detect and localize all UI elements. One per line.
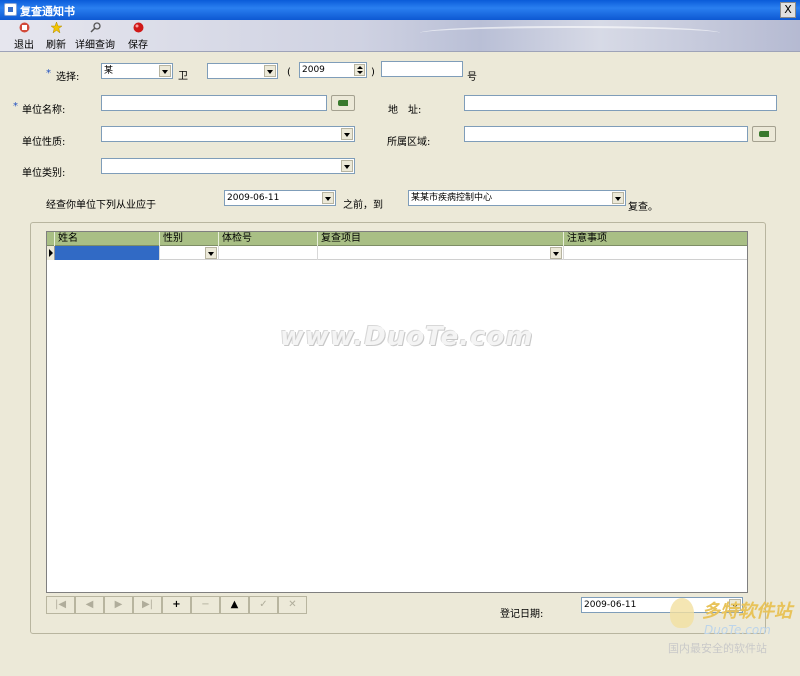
- save-button[interactable]: 保存: [126, 22, 150, 51]
- magnifier-icon: [89, 22, 101, 33]
- paren-close: ): [371, 67, 375, 78]
- unit-name-label: 单位名称:: [22, 105, 66, 116]
- chevron-down-icon[interactable]: [612, 192, 624, 204]
- col-header-gender[interactable]: 性别: [160, 232, 219, 246]
- spin-arrows-icon[interactable]: [354, 64, 365, 76]
- region-input[interactable]: [464, 126, 748, 142]
- logo-slogan: 国内最安全的软件站: [668, 642, 767, 655]
- cell-exam-no[interactable]: [219, 246, 318, 260]
- logo-brand: 多特软件站: [702, 601, 792, 622]
- wei-select[interactable]: [207, 63, 278, 79]
- required-mark: *: [13, 101, 18, 112]
- chevron-down-icon[interactable]: [341, 128, 353, 140]
- nav-next-button[interactable]: ▶: [104, 596, 133, 614]
- bulb-icon: [670, 598, 694, 628]
- center-value: 某某市疾病控制中心: [411, 193, 493, 203]
- nav-first-button[interactable]: |◀: [46, 596, 75, 614]
- address-input[interactable]: [464, 95, 777, 111]
- nav-edit-button[interactable]: ▲: [220, 596, 249, 614]
- toolbar-decoration: [420, 26, 720, 40]
- detail-query-button[interactable]: 详细查询: [74, 22, 116, 51]
- row-pointer-icon: [47, 246, 55, 260]
- table-row[interactable]: [47, 246, 747, 260]
- col-header-name[interactable]: 姓名: [55, 232, 160, 246]
- refresh-button[interactable]: 刷新: [44, 22, 68, 51]
- record-navigator: |◀ ◀ ▶ ▶| + − ▲ ✓ ✕: [46, 596, 307, 614]
- chevron-down-icon[interactable]: [341, 160, 353, 172]
- nav-last-button[interactable]: ▶|: [133, 596, 162, 614]
- exit-icon: [19, 22, 29, 33]
- window-title: 复查通知书: [20, 5, 75, 18]
- watermark: www.DuoTe.com: [280, 322, 534, 352]
- unit-nature-select[interactable]: [101, 126, 355, 142]
- due-date-picker[interactable]: 2009-06-11: [224, 190, 336, 206]
- detail-query-label: 详细查询: [75, 40, 115, 51]
- grid-header: 姓名 性别 体检号 复查项目 注意事项: [47, 232, 747, 246]
- register-date-label: 登记日期:: [500, 609, 544, 620]
- center-select[interactable]: 某某市疾病控制中心: [408, 190, 626, 206]
- chevron-down-icon[interactable]: [264, 65, 276, 77]
- required-mark: *: [46, 68, 51, 79]
- corner-logo: 多特软件站 DuoTe.com 国内最安全的软件站: [662, 594, 798, 664]
- unit-category-select[interactable]: [101, 158, 355, 174]
- hao-label: 号: [467, 72, 477, 83]
- nav-prev-button[interactable]: ◀: [75, 596, 104, 614]
- chevron-down-icon[interactable]: [550, 247, 562, 259]
- nav-insert-button[interactable]: +: [162, 596, 191, 614]
- unit-nature-label: 单位性质:: [22, 137, 66, 148]
- col-header-exam-no[interactable]: 体检号: [219, 232, 318, 246]
- number-input[interactable]: [381, 61, 463, 77]
- year-stepper[interactable]: 2009: [299, 62, 367, 78]
- paren-open: (: [287, 67, 291, 78]
- save-icon: [133, 22, 143, 33]
- select-label: 选择:: [56, 72, 80, 83]
- sentence-prefix: 经查你单位下列从业应于: [46, 200, 156, 211]
- cell-gender[interactable]: [160, 246, 219, 260]
- unit-pick-button[interactable]: [331, 95, 355, 111]
- save-label: 保存: [128, 40, 148, 51]
- cell-notes[interactable]: [564, 246, 747, 260]
- nav-delete-button[interactable]: −: [191, 596, 220, 614]
- toolbar: 退出 刷新 详细查询 保存: [0, 20, 800, 52]
- recheck-text: 复查。: [628, 202, 658, 213]
- address-label: 地 址:: [388, 105, 422, 116]
- refresh-label: 刷新: [46, 40, 66, 51]
- prefix-select[interactable]: 某: [101, 63, 173, 79]
- exit-button[interactable]: 退出: [12, 22, 36, 51]
- chevron-down-icon[interactable]: [205, 247, 217, 259]
- col-header-recheck-items[interactable]: 复查项目: [318, 232, 564, 246]
- chevron-down-icon[interactable]: [159, 65, 171, 77]
- cell-recheck-items[interactable]: [318, 246, 564, 260]
- chevron-down-icon[interactable]: [322, 192, 334, 204]
- star-icon: [50, 22, 62, 33]
- register-date-value: 2009-06-11: [584, 600, 637, 610]
- title-bar: 复查通知书 X: [0, 0, 800, 20]
- exit-label: 退出: [14, 40, 34, 51]
- col-header-notes[interactable]: 注意事项: [564, 232, 747, 246]
- logo-site: DuoTe.com: [704, 623, 771, 637]
- before-to-text: 之前，到: [343, 200, 383, 211]
- nav-post-button[interactable]: ✓: [249, 596, 278, 614]
- wei-label: 卫: [178, 71, 188, 82]
- close-button[interactable]: X: [780, 2, 796, 18]
- grid-corner: [47, 232, 55, 246]
- person-grid[interactable]: 姓名 性别 体检号 复查项目 注意事项: [46, 231, 748, 593]
- nav-cancel-button[interactable]: ✕: [278, 596, 307, 614]
- region-pick-button[interactable]: [752, 126, 776, 142]
- cell-name[interactable]: [55, 246, 160, 260]
- prefix-select-value: 某: [104, 66, 114, 76]
- unit-category-label: 单位类别:: [22, 168, 66, 179]
- region-label: 所属区域:: [387, 137, 431, 148]
- app-icon: [4, 3, 17, 16]
- due-date-value: 2009-06-11: [227, 193, 280, 203]
- unit-name-input[interactable]: [101, 95, 327, 111]
- year-stepper-value: 2009: [302, 65, 325, 75]
